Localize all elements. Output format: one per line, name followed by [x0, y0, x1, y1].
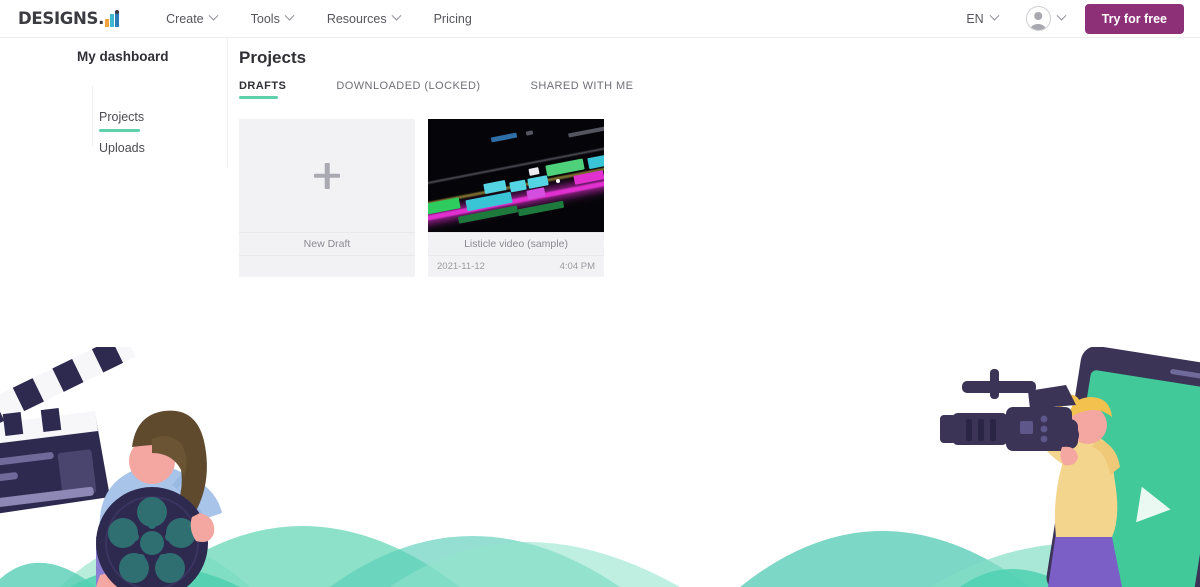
sidebar-active-indicator	[99, 129, 140, 132]
tab-active-indicator	[239, 96, 278, 99]
project-meta: 2021-11-12 4:04 PM	[428, 255, 604, 277]
nav-item-label: Tools	[250, 11, 280, 26]
top-navigation-bar: DESIGNS. Create Tools Resources Pricing …	[0, 0, 1200, 38]
new-draft-meta	[239, 255, 415, 277]
nav-item-label: Pricing	[433, 11, 472, 26]
tab-drafts[interactable]: DRAFTS	[239, 80, 336, 99]
chevron-down-icon	[1056, 10, 1067, 21]
chevron-down-icon	[989, 10, 1000, 21]
project-time: 4:04 PM	[559, 261, 595, 272]
chevron-down-icon	[391, 10, 402, 21]
tab-shared-with-me[interactable]: SHARED WITH ME	[531, 80, 684, 92]
project-thumbnail[interactable]	[428, 119, 604, 232]
ai-bars-logo-icon	[105, 9, 124, 27]
nav-item-create[interactable]: Create	[149, 0, 234, 38]
plus-icon	[314, 163, 340, 189]
dashboard-sidebar: My dashboard Projects Uploads	[0, 38, 228, 587]
tab-downloaded-locked[interactable]: DOWNLOADED (LOCKED)	[336, 80, 530, 92]
nav-item-resources[interactable]: Resources	[310, 0, 417, 38]
sidebar-item-projects[interactable]: Projects	[99, 110, 144, 124]
project-card[interactable]: Listicle video (sample) 2021-11-12 4:04 …	[428, 119, 604, 277]
language-selector[interactable]: EN	[954, 10, 1009, 26]
designs-ai-dashboard: DESIGNS. Create Tools Resources Pricing …	[0, 0, 1200, 587]
account-menu[interactable]	[1010, 6, 1075, 31]
sidebar-title: My dashboard	[77, 49, 169, 64]
chevron-down-icon	[208, 10, 219, 21]
project-title: Listicle video (sample)	[428, 232, 604, 255]
try-for-free-button[interactable]: Try for free	[1084, 3, 1184, 34]
nav-item-label: Create	[166, 11, 204, 26]
site-logo[interactable]: DESIGNS.	[18, 0, 124, 38]
nav-item-pricing[interactable]: Pricing	[417, 0, 489, 38]
nav-right-group: EN Try for free	[954, 3, 1200, 34]
nav-item-label: Resources	[326, 11, 387, 26]
new-draft-label: New Draft	[239, 232, 415, 255]
primary-nav-links: Create Tools Resources Pricing	[149, 0, 489, 38]
tab-label: SHARED WITH ME	[530, 80, 634, 92]
project-card-grid: New Draft Listicle video (sample) 2021-1…	[239, 119, 604, 277]
new-draft-thumbnail[interactable]	[239, 119, 415, 232]
chevron-down-icon	[284, 10, 295, 21]
sidebar-item-uploads[interactable]: Uploads	[99, 141, 145, 155]
tab-label: DRAFTS	[239, 80, 287, 92]
project-date: 2021-11-12	[437, 261, 485, 272]
new-draft-card[interactable]: New Draft	[239, 119, 415, 277]
video-timeline-thumbnail-icon	[428, 119, 604, 232]
logo-text: DESIGNS.	[18, 9, 105, 28]
sidebar-vertical-divider	[92, 86, 93, 146]
project-tabs: DRAFTS DOWNLOADED (LOCKED) SHARED WITH M…	[239, 80, 684, 99]
user-avatar-icon	[1025, 6, 1051, 31]
nav-item-tools[interactable]: Tools	[234, 0, 310, 38]
main-content: Projects DRAFTS DOWNLOADED (LOCKED) SHAR…	[228, 38, 1200, 587]
tab-label: DOWNLOADED (LOCKED)	[336, 80, 481, 92]
language-label: EN	[966, 11, 984, 26]
page-title: Projects	[239, 48, 307, 67]
